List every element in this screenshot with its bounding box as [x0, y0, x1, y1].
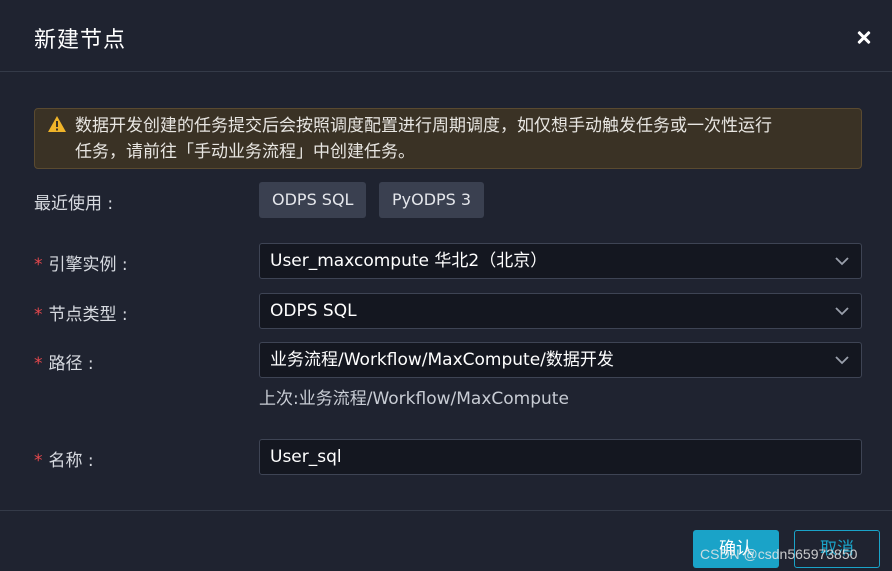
- recent-chip-pyodps3[interactable]: PyODPS 3: [379, 182, 485, 218]
- alert-message: 数据开发创建的任务提交后会按照调度配置进行周期调度，如仅想手动触发任务或一次性运…: [75, 113, 855, 165]
- recent-chip-odps-sql[interactable]: ODPS SQL: [259, 182, 367, 218]
- node-type-select[interactable]: ODPS SQL: [259, 293, 862, 329]
- engine-label-text: 引擎实例 :: [48, 255, 128, 275]
- node-type-label: * 节点类型 :: [34, 300, 128, 325]
- name-input[interactable]: [259, 439, 862, 475]
- required-mark: *: [34, 451, 43, 471]
- path-select-value: 业务流程/Workflow/MaxCompute/数据开发: [270, 350, 614, 370]
- name-label: * 名称 :: [34, 446, 94, 471]
- warning-icon: [48, 116, 66, 132]
- new-node-dialog: 新建节点 数据开发创建的任务提交后会按照调度配置进行周期调度，如仅想手动触发任务…: [0, 0, 892, 571]
- path-label: * 路径 :: [34, 349, 94, 374]
- path-label-text: 路径 :: [48, 354, 94, 374]
- engine-select-value: User_maxcompute 华北2（北京）: [270, 251, 548, 271]
- chevron-down-icon: [835, 356, 849, 365]
- required-mark: *: [34, 255, 43, 275]
- dialog-header: 新建节点: [0, 0, 892, 72]
- alert-line-1: 数据开发创建的任务提交后会按照调度配置进行周期调度，如仅想手动触发任务或一次性运…: [75, 116, 772, 136]
- dialog-title: 新建节点: [34, 28, 127, 53]
- path-select[interactable]: 业务流程/Workflow/MaxCompute/数据开发: [259, 342, 862, 378]
- watermark: CSDN @csdn565973850: [700, 546, 858, 562]
- chevron-down-icon: [835, 257, 849, 266]
- recent-label: 最近使用 :: [34, 194, 114, 214]
- required-mark: *: [34, 305, 43, 325]
- engine-label: * 引擎实例 :: [34, 250, 128, 275]
- node-type-label-text: 节点类型 :: [48, 305, 128, 325]
- close-icon[interactable]: [852, 26, 876, 50]
- path-last-used-hint: 上次:业务流程/Workflow/MaxCompute: [259, 389, 569, 409]
- chevron-down-icon: [835, 307, 849, 316]
- required-mark: *: [34, 354, 43, 374]
- warning-alert: 数据开发创建的任务提交后会按照调度配置进行周期调度，如仅想手动触发任务或一次性运…: [34, 108, 862, 169]
- name-label-text: 名称 :: [48, 451, 94, 471]
- node-type-select-value: ODPS SQL: [270, 301, 357, 321]
- engine-select[interactable]: User_maxcompute 华北2（北京）: [259, 243, 862, 279]
- alert-line-2: 任务，请前往「手动业务流程」中创建任务。: [75, 142, 415, 162]
